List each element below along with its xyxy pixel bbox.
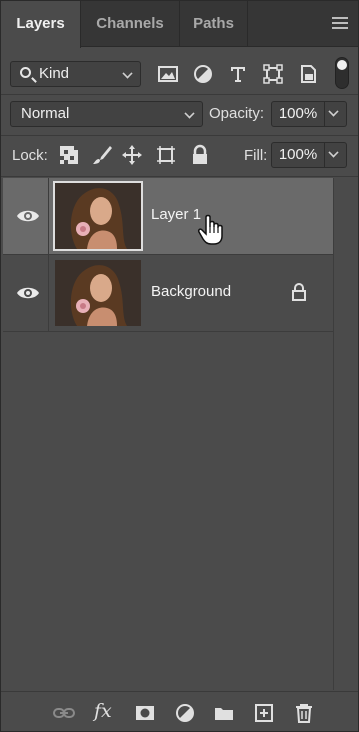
chevron-down-icon: [328, 147, 339, 158]
lock-icon[interactable]: [290, 282, 308, 302]
layers-panel: Layers Channels Paths Kind Normal Opacit…: [0, 0, 359, 732]
divider: [1, 176, 358, 177]
layer-row-layer-1[interactable]: Layer 1: [3, 178, 333, 255]
lock-transparent-pixels-icon[interactable]: [58, 144, 80, 166]
divider: [48, 178, 49, 255]
layer-thumbnail[interactable]: [53, 181, 143, 251]
divider: [48, 255, 49, 332]
tab-paths[interactable]: Paths: [180, 1, 248, 47]
layer-name[interactable]: Background: [151, 283, 231, 300]
new-group-icon[interactable]: [213, 702, 235, 724]
smart-object-filter-icon[interactable]: [296, 62, 320, 86]
panel-tab-bar: Layers Channels Paths: [1, 1, 358, 48]
layer-name[interactable]: Layer 1: [151, 206, 201, 223]
delete-icon[interactable]: [293, 702, 315, 724]
visibility-eye-icon[interactable]: [15, 283, 41, 303]
pixel-layer-filter-icon[interactable]: [156, 62, 180, 86]
fx-icon[interactable]: fx: [94, 700, 116, 722]
panel-menu-icon[interactable]: [332, 17, 348, 31]
opacity-dropdown-button[interactable]: [325, 101, 347, 127]
visibility-eye-icon[interactable]: [15, 206, 41, 226]
blend-mode-value: Normal: [21, 105, 70, 122]
lock-image-pixels-icon[interactable]: [91, 144, 113, 166]
new-layer-icon[interactable]: [253, 702, 275, 724]
search-icon: [20, 67, 31, 78]
fill-label: Fill:: [244, 147, 268, 164]
opacity-label: Opacity:: [209, 105, 265, 122]
filter-toggle-switch[interactable]: [335, 57, 349, 89]
opacity-input[interactable]: 100%: [271, 101, 325, 127]
lock-all-icon[interactable]: [189, 144, 211, 166]
chevron-down-icon: [328, 106, 339, 117]
lock-label: Lock:: [12, 147, 48, 164]
link-layers-icon[interactable]: [53, 702, 75, 724]
divider: [1, 94, 358, 95]
adjustment-layer-filter-icon[interactable]: [191, 62, 215, 86]
layers-scrollbar[interactable]: [333, 178, 358, 690]
prevent-autonest-icon[interactable]: [155, 144, 177, 166]
chevron-down-icon: [122, 68, 133, 79]
adjustment-layer-icon[interactable]: [174, 702, 196, 724]
portrait-thumbnail-image: [55, 260, 141, 326]
divider: [1, 135, 358, 136]
tab-layers[interactable]: Layers: [1, 1, 81, 48]
type-layer-filter-icon[interactable]: [226, 62, 250, 86]
chevron-down-icon: [184, 108, 195, 119]
fill-dropdown-button[interactable]: [325, 142, 347, 168]
lock-position-icon[interactable]: [121, 144, 143, 166]
filter-kind-label: Kind: [39, 65, 70, 82]
filter-kind-select[interactable]: Kind: [10, 61, 141, 87]
add-mask-icon[interactable]: [134, 702, 156, 724]
portrait-thumbnail-image: [55, 183, 141, 249]
hand-cursor-icon: [198, 214, 223, 245]
layers-list: Layer 1 Background: [3, 178, 333, 690]
shape-layer-filter-icon[interactable]: [261, 62, 285, 86]
blend-mode-select[interactable]: Normal: [10, 101, 203, 127]
layer-thumbnail[interactable]: [55, 260, 141, 326]
fill-input[interactable]: 100%: [271, 142, 325, 168]
layer-row-background[interactable]: Background: [3, 255, 333, 332]
layers-bottom-toolbar: fx: [1, 691, 358, 731]
tab-channels[interactable]: Channels: [81, 1, 180, 47]
